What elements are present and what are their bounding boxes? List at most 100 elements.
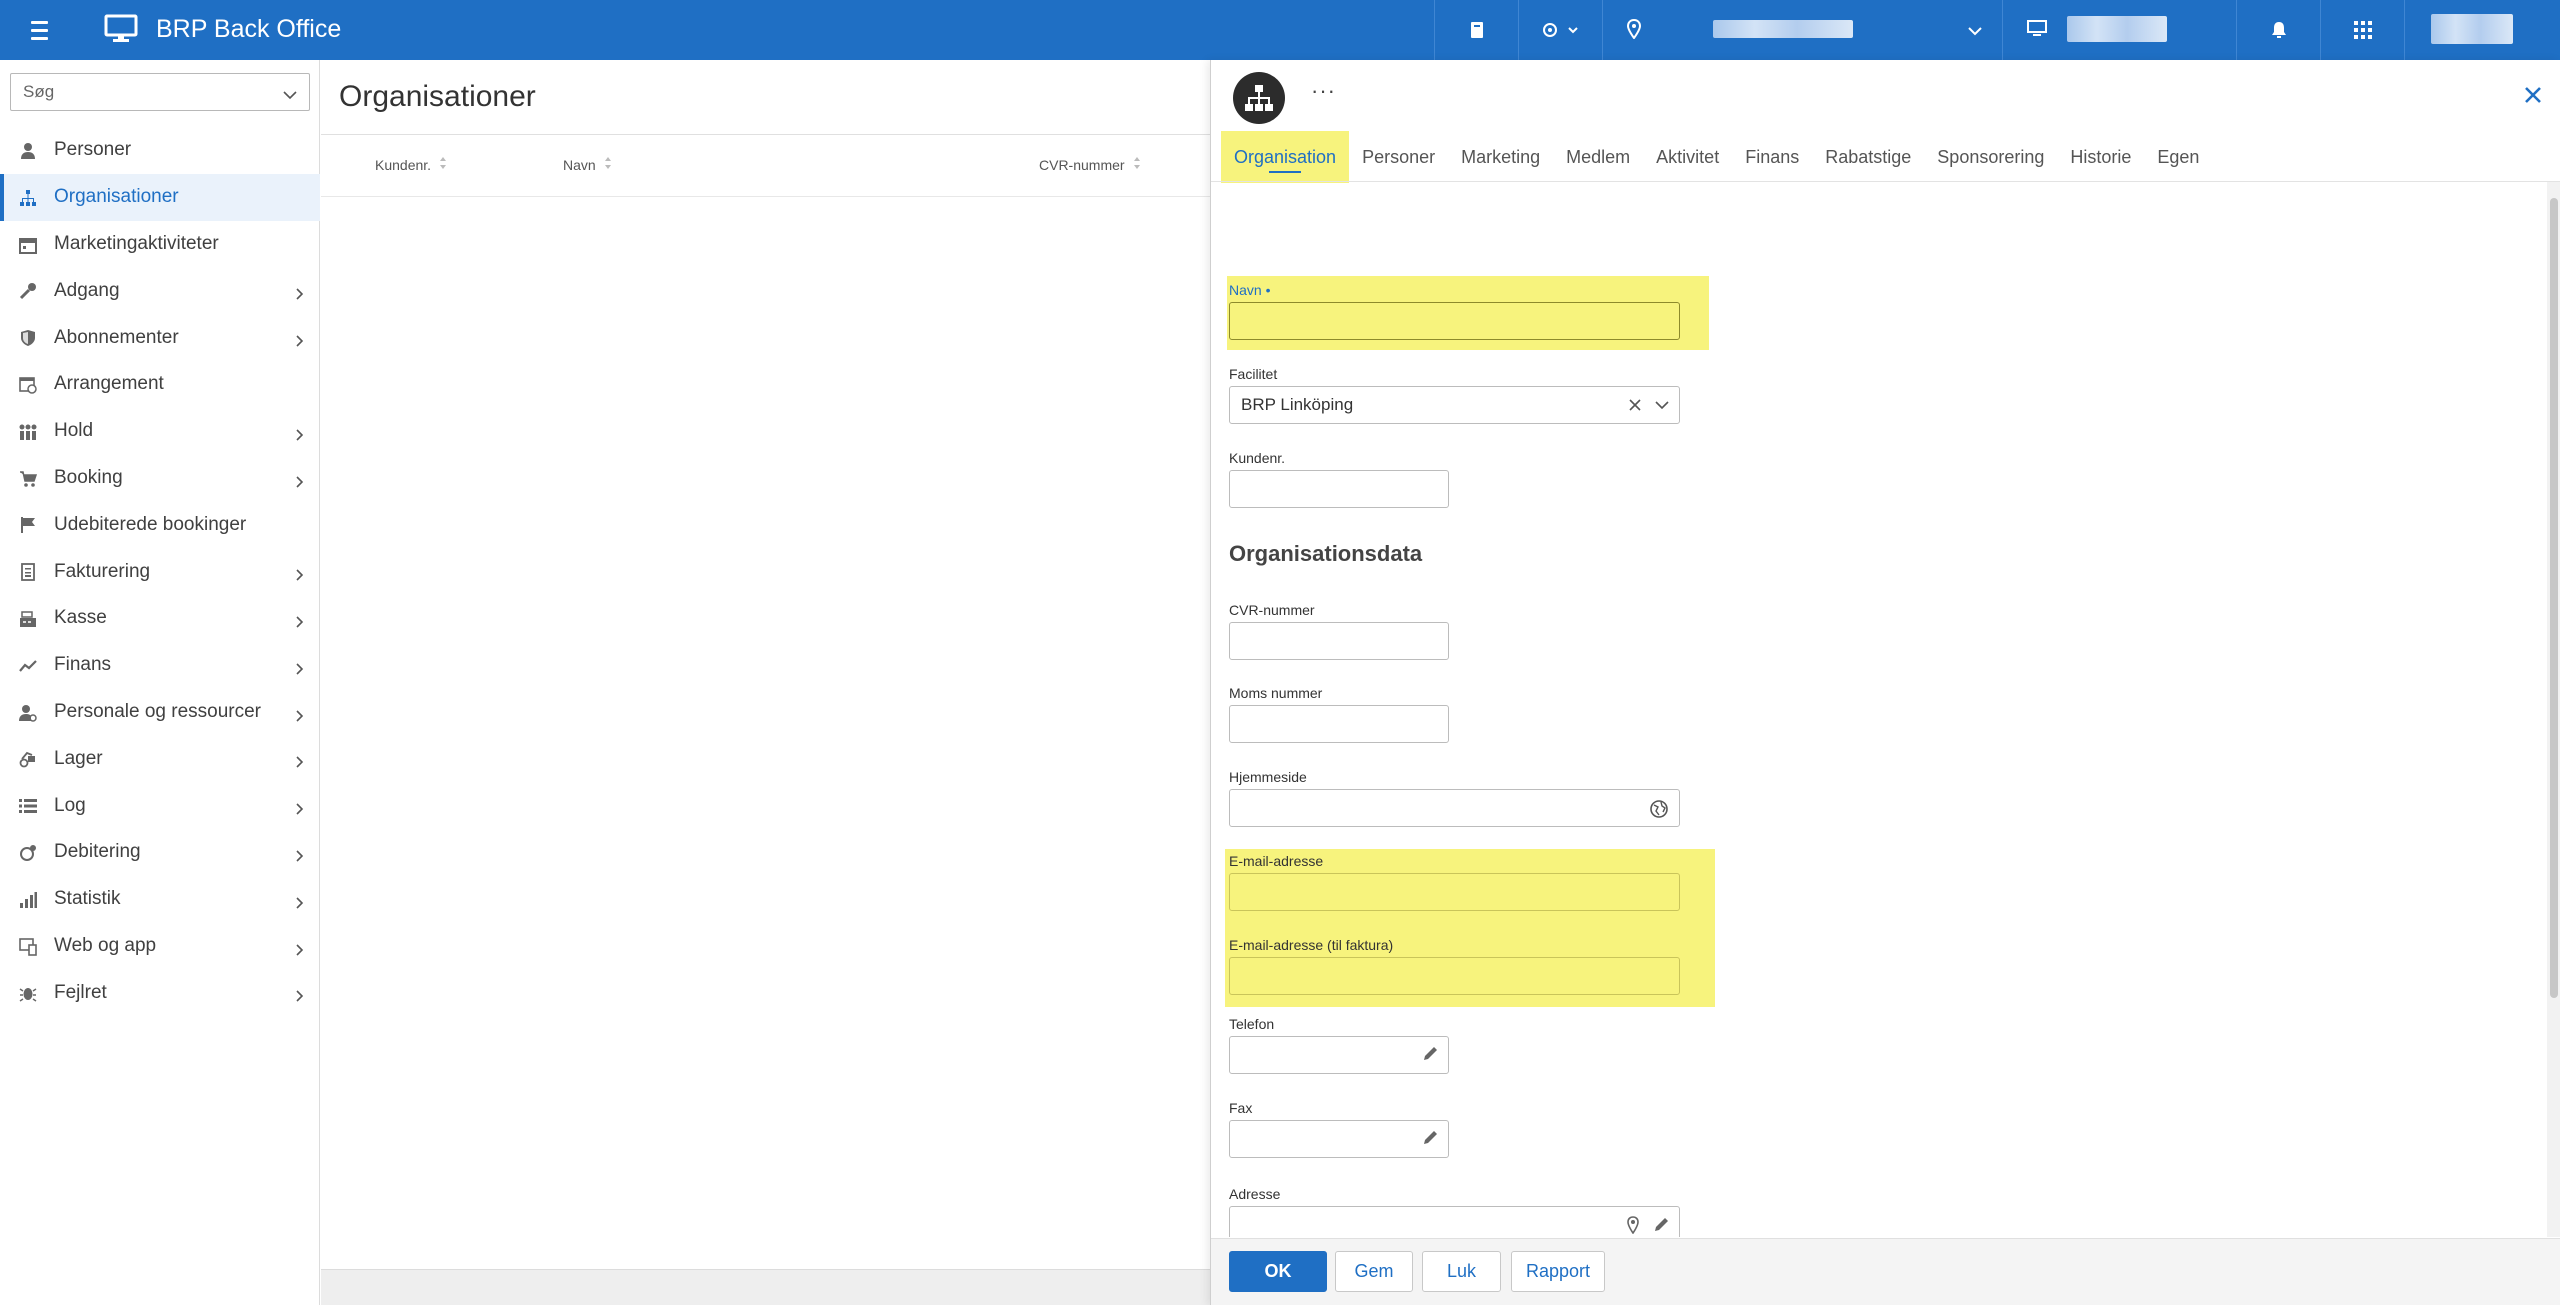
trend-icon	[18, 656, 38, 676]
moms-input[interactable]	[1229, 705, 1449, 743]
gem-button[interactable]: Gem	[1335, 1251, 1413, 1292]
tab-personer[interactable]: Personer	[1349, 131, 1448, 183]
sidebar-item-label: Booking	[54, 466, 123, 488]
bar-chart-icon	[18, 890, 38, 910]
sidebar-item-finans[interactable]: Finans	[0, 642, 320, 689]
navn-input[interactable]	[1229, 302, 1680, 340]
sidebar-item-label: Abonnementer	[54, 326, 179, 348]
telefon-input[interactable]	[1229, 1036, 1449, 1074]
edit-pencil-icon[interactable]	[1422, 1046, 1438, 1067]
sidebar-item-label: Fakturering	[54, 560, 151, 582]
sidebar-item-organisationer[interactable]: Organisationer	[0, 173, 320, 221]
column-header-navn[interactable]: Navn	[563, 156, 612, 173]
close-icon[interactable]	[2524, 86, 2542, 109]
email-input[interactable]	[1229, 873, 1680, 911]
table-header-divider	[321, 196, 1210, 197]
section-title: Organisationsdata	[1229, 541, 1423, 566]
apps-grid-icon[interactable]	[2320, 0, 2404, 60]
adresse-input[interactable]	[1229, 1206, 1680, 1237]
chevron-down-icon[interactable]	[1655, 396, 1669, 416]
scrollbar-thumb[interactable]	[2550, 198, 2558, 998]
dialog-footer: OK Gem Luk Rapport	[1211, 1238, 2560, 1305]
menu-icon[interactable]	[22, 16, 56, 44]
chevron-right-icon	[296, 331, 304, 353]
more-options-button[interactable]: ···	[1311, 78, 1336, 104]
blurred-user-name	[2431, 14, 2513, 44]
hjemmeside-input[interactable]	[1229, 789, 1680, 827]
chevron-right-icon	[296, 940, 304, 962]
sidebar-item-label: Organisationer	[54, 186, 179, 208]
divider	[321, 134, 1210, 135]
location-pin-icon[interactable]	[1627, 1216, 1639, 1237]
tab-marketing[interactable]: Marketing	[1448, 131, 1553, 183]
sidebar-item-log[interactable]: Log	[0, 782, 320, 829]
sidebar-item-label: Finans	[54, 654, 112, 676]
sidebar-item-personer[interactable]: Personer	[0, 127, 320, 174]
cash-register-icon	[18, 609, 38, 629]
globe-icon[interactable]	[1649, 799, 1669, 824]
tag-settings-icon[interactable]	[1518, 0, 1602, 60]
sidebar-item-marketingaktiviteter[interactable]: Marketingaktiviteter	[0, 221, 320, 268]
sidebar-item-personale-og-ressourcer[interactable]: Personale og ressourcer	[0, 689, 320, 736]
tab-organisation[interactable]: Organisation	[1221, 131, 1350, 183]
ok-button[interactable]: OK	[1229, 1251, 1327, 1292]
bell-icon[interactable]	[2236, 0, 2320, 60]
chevron-right-icon	[296, 986, 304, 1008]
sidebar-item-kasse[interactable]: Kasse	[0, 595, 320, 642]
flag-icon	[18, 515, 38, 535]
clear-icon[interactable]	[1629, 396, 1641, 416]
fax-input[interactable]	[1229, 1120, 1449, 1158]
sidebar-item-label: Personer	[54, 139, 132, 161]
book-icon[interactable]	[1434, 0, 1518, 60]
sidebar-item-booking[interactable]: Booking	[0, 455, 320, 502]
sidebar-item-arrangement[interactable]: Arrangement	[0, 361, 320, 408]
tab-egen[interactable]: Egen	[2144, 131, 2212, 183]
kundenr-input[interactable]	[1229, 470, 1449, 508]
search-input[interactable]: Søg	[10, 73, 310, 111]
app-title: BRP Back Office	[156, 15, 342, 43]
location-selector[interactable]	[1602, 0, 2002, 60]
search-placeholder: Søg	[23, 82, 55, 101]
sidebar-item-abonnementer[interactable]: Abonnementer	[0, 314, 320, 361]
edit-pencil-icon[interactable]	[1653, 1217, 1669, 1237]
debit-icon	[18, 843, 38, 863]
chevron-right-icon	[296, 799, 304, 821]
sidebar-item-lager[interactable]: Lager	[0, 735, 320, 782]
sidebar-item-debitering[interactable]: Debitering	[0, 829, 320, 876]
sidebar-item-fejlret[interactable]: Fejlret	[0, 969, 320, 1016]
sort-icon	[604, 156, 612, 173]
tab-aktivitet[interactable]: Aktivitet	[1643, 131, 1732, 183]
sidebar-item-web-og-app[interactable]: Web og app	[0, 923, 320, 970]
tab-sponsorering[interactable]: Sponsorering	[1924, 131, 2057, 183]
tab-finans[interactable]: Finans	[1732, 131, 1812, 183]
edit-pencil-icon[interactable]	[1422, 1130, 1438, 1151]
sidebar-item-udebiterede-bookinger[interactable]: Udebiterede bookinger	[0, 501, 320, 548]
field-label-text: Navn	[1229, 282, 1262, 298]
sidebar: Søg Personer Organisationer Marketingakt…	[0, 60, 320, 1305]
user-menu[interactable]	[2404, 0, 2560, 60]
cart-icon	[18, 469, 38, 489]
tab-rabatstige[interactable]: Rabatstige	[1812, 131, 1924, 183]
sidebar-item-hold[interactable]: Hold	[0, 408, 320, 455]
email-faktura-input[interactable]	[1229, 957, 1680, 995]
sidebar-item-statistik[interactable]: Statistik	[0, 876, 320, 923]
chevron-right-icon	[296, 846, 304, 868]
tab-medlem[interactable]: Medlem	[1553, 131, 1643, 183]
tab-historie[interactable]: Historie	[2057, 131, 2144, 183]
form-scrollbar[interactable]	[2547, 182, 2560, 1237]
cvr-input[interactable]	[1229, 622, 1449, 660]
facilitet-label: Facilitet	[1229, 366, 1278, 382]
sidebar-item-fakturering[interactable]: Fakturering	[0, 548, 320, 595]
column-header-cvr[interactable]: CVR-nummer	[1039, 156, 1141, 173]
column-header-kundenr[interactable]: Kundenr.	[375, 156, 447, 173]
workstation-selector[interactable]	[2002, 0, 2236, 60]
luk-button[interactable]: Luk	[1422, 1251, 1501, 1292]
sidebar-item-adgang[interactable]: Adgang	[0, 267, 320, 314]
chevron-down-icon[interactable]	[283, 86, 297, 106]
column-header-label: CVR-nummer	[1039, 156, 1125, 173]
monitor-icon	[104, 14, 138, 49]
rapport-button[interactable]: Rapport	[1511, 1251, 1605, 1292]
chevron-right-icon	[296, 565, 304, 587]
sidebar-nav: Personer Organisationer Marketingaktivit…	[0, 127, 320, 1016]
facilitet-select[interactable]: BRP Linköping	[1229, 386, 1680, 424]
